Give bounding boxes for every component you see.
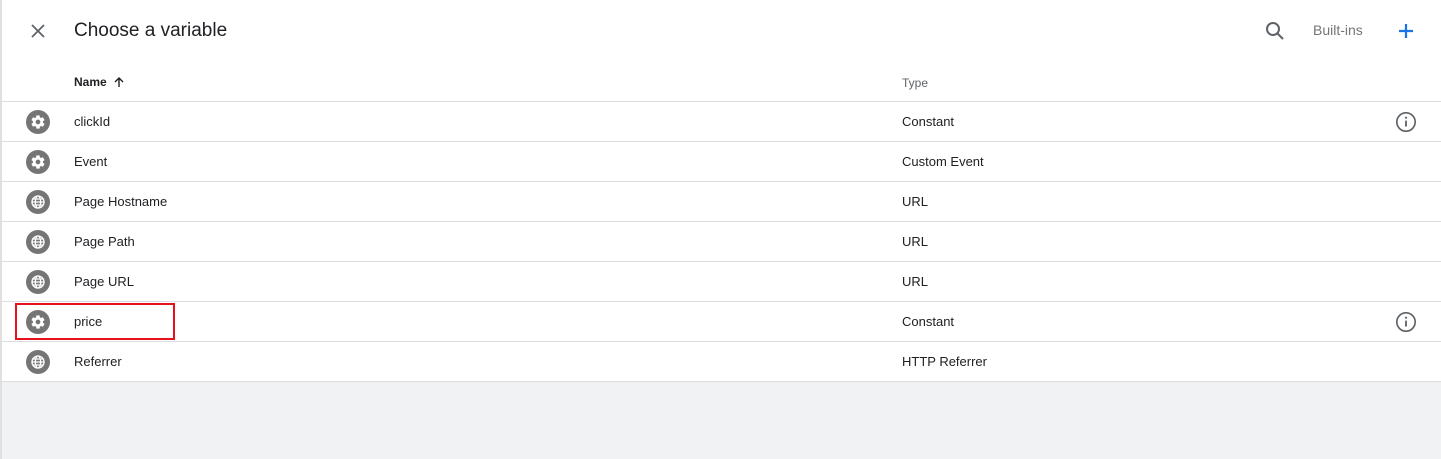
info-button[interactable] — [1395, 311, 1417, 333]
variable-type: Constant — [902, 314, 955, 329]
variable-name: Page URL — [74, 274, 134, 289]
variable-row[interactable]: Page Hostname URL — [2, 182, 1441, 222]
variable-type-badge — [26, 190, 50, 214]
variable-type-badge — [26, 230, 50, 254]
variable-type-badge — [26, 270, 50, 294]
variable-type: URL — [902, 234, 929, 249]
variable-type: URL — [902, 274, 929, 289]
gear-icon — [31, 315, 45, 329]
globe-icon — [31, 195, 45, 209]
globe-icon — [31, 235, 45, 249]
variable-name: price — [74, 314, 103, 329]
variable-list: clickId Constant Event Custom Event Page Hos… — [2, 102, 1441, 382]
close-button[interactable] — [26, 19, 50, 43]
close-icon — [31, 24, 45, 38]
add-variable-button[interactable] — [1394, 19, 1418, 43]
column-header-name[interactable]: Name — [74, 75, 125, 89]
column-header-type: Type — [902, 76, 929, 90]
variable-row[interactable]: Event Custom Event — [2, 142, 1441, 182]
variable-picker-panel: Choose a variable Built-ins Name Type cl… — [2, 0, 1441, 382]
globe-icon — [31, 275, 45, 289]
gear-icon — [31, 155, 45, 169]
variable-type-badge — [26, 150, 50, 174]
info-icon — [1396, 112, 1416, 132]
search-icon — [1266, 22, 1284, 40]
info-button[interactable] — [1395, 111, 1417, 133]
sort-ascending-icon — [114, 77, 124, 87]
variable-row[interactable]: Referrer HTTP Referrer — [2, 342, 1441, 382]
variable-type: HTTP Referrer — [902, 354, 987, 369]
variable-name: Page Hostname — [74, 194, 168, 209]
variable-type: URL — [902, 194, 929, 209]
search-button[interactable] — [1263, 19, 1287, 43]
variable-row[interactable]: Page Path URL — [2, 222, 1441, 262]
variable-name: Referrer — [74, 354, 122, 369]
gear-icon — [31, 115, 45, 129]
plus-icon — [1399, 24, 1413, 38]
variable-type: Constant — [902, 114, 955, 129]
variable-type-badge — [26, 310, 50, 334]
header: Choose a variable Built-ins — [2, 0, 1441, 62]
variable-type-badge — [26, 350, 50, 374]
info-icon — [1396, 312, 1416, 332]
page-title: Choose a variable — [74, 20, 228, 41]
variable-type-badge — [26, 110, 50, 134]
variable-row[interactable]: clickId Constant — [2, 102, 1441, 142]
variable-row[interactable]: price Constant — [2, 302, 1441, 342]
column-header-name-label: Name — [74, 75, 107, 89]
variable-name: clickId — [74, 114, 111, 129]
variable-type: Custom Event — [902, 154, 984, 169]
variable-row[interactable]: Page URL URL — [2, 262, 1441, 302]
variable-name: Page Path — [74, 234, 135, 249]
globe-icon — [31, 355, 45, 369]
variable-name: Event — [74, 154, 108, 169]
built-ins-button[interactable]: Built-ins — [1313, 22, 1363, 38]
table-header: Name Type — [2, 62, 1441, 102]
